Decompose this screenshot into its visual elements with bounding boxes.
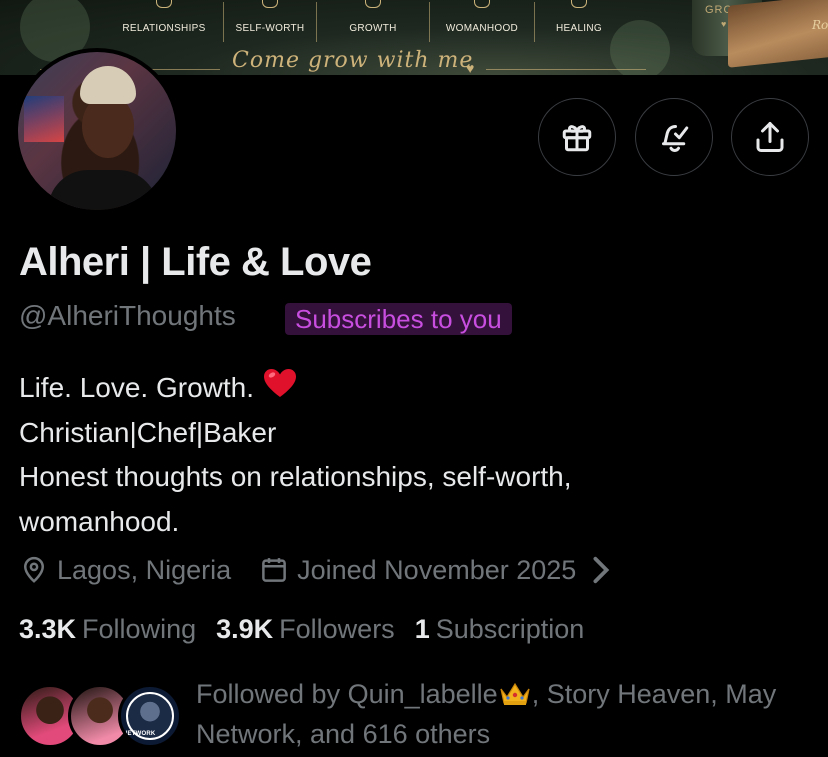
bio-line: Life. Love. Growth. — [19, 366, 809, 411]
share-icon — [756, 122, 784, 152]
subscription-count: 1 — [414, 613, 430, 644]
followers-label: Followers — [279, 613, 395, 644]
profile-stats: 3.3K Following 3.9K Followers 1 Subscrip… — [19, 610, 604, 648]
mutual-follower-avatar: NETWORK — [118, 684, 182, 748]
share-button[interactable] — [731, 98, 809, 176]
category-icon — [262, 0, 278, 8]
subscription-label: Subscription — [435, 613, 585, 644]
crown-emoji-icon — [500, 682, 530, 705]
followers-link[interactable]: 3.9K Followers — [216, 614, 395, 645]
following-count: 3.3K — [19, 613, 77, 644]
gift-button[interactable] — [538, 98, 616, 176]
banner-category: HEALING — [535, 0, 623, 48]
banner-ornament-line — [486, 69, 646, 70]
followers-count: 3.9K — [216, 613, 274, 644]
avatar-hat — [80, 66, 136, 104]
avatar-background-object — [24, 96, 64, 142]
banner-category: WOMANHOOD — [430, 0, 534, 48]
avatar-badge-text: NETWORK — [123, 731, 156, 737]
notifications-button[interactable] — [635, 98, 713, 176]
banner-book-text: Ro — [812, 18, 828, 32]
following-label: Following — [82, 613, 197, 644]
location-icon — [23, 556, 45, 583]
joined-date[interactable]: Joined November 2025 — [259, 555, 624, 586]
calendar-icon — [262, 558, 286, 582]
mutual-followers-avatars[interactable]: NETWORK — [18, 684, 182, 750]
banner-category: RELATIONSHIPS — [105, 0, 223, 48]
display-name: Alheri | Life & Love — [19, 240, 372, 284]
joined-text: Joined November 2025 — [297, 554, 577, 585]
profile-meta: Lagos, Nigeria Joined November 2025 — [19, 551, 624, 589]
banner-categories: RELATIONSHIPS SELF-WORTH GROWTH WOMANHOO… — [105, 0, 625, 48]
bio-line: Christian|Chef|Baker — [19, 416, 277, 448]
category-icon — [156, 0, 172, 8]
location-text: Lagos, Nigeria — [57, 554, 232, 585]
banner-category: GROWTH — [317, 0, 429, 48]
category-icon — [474, 0, 490, 8]
banner-category: SELF-WORTH — [224, 0, 316, 48]
followed-by-text[interactable]: Followed by Quin_labelle, Story Heaven, … — [196, 674, 816, 754]
red-heart-icon — [264, 369, 297, 397]
banner-heart-icon: ♥ — [466, 60, 475, 75]
profile-avatar[interactable] — [14, 48, 180, 214]
category-icon — [365, 0, 381, 8]
gift-icon — [562, 125, 592, 152]
banner-mug-heart-icon: ♥ — [721, 19, 727, 29]
avatar-clothing — [48, 170, 158, 210]
user-handle: @AlheriThoughts — [19, 300, 236, 331]
banner-tagline: Come grow with me — [232, 48, 474, 73]
bio-line: Honest thoughts on relationships, self-w… — [19, 461, 572, 492]
chevron-right-icon — [593, 556, 610, 584]
subscriptions-link[interactable]: 1 Subscription — [415, 614, 585, 645]
profile-bio: Life. Love. Growth. Christian|Chef|Baker… — [19, 366, 809, 544]
bio-line: womanhood. — [19, 505, 180, 537]
location: Lagos, Nigeria — [19, 555, 231, 586]
banner-book — [728, 0, 828, 68]
subscribes-to-you-badge: Subscribes to you — [285, 303, 512, 335]
category-icon — [571, 0, 587, 8]
notification-bell-icon — [662, 125, 689, 152]
following-link[interactable]: 3.3K Following — [19, 614, 196, 645]
